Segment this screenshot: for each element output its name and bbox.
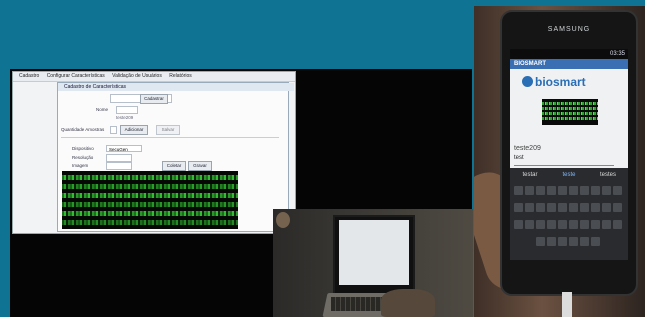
keyboard-key[interactable] [569,237,578,246]
menu-item-configurar[interactable]: Configurar Características [47,73,105,79]
keyboard-key[interactable] [591,237,600,246]
keyboard-key[interactable] [558,186,567,195]
keyboard-key[interactable] [580,220,589,229]
keyboard-key[interactable] [580,237,589,246]
keyboard-key[interactable] [580,186,589,195]
fingerprint-preview [62,171,238,229]
menu-bar: Cadastro Configurar Características Vali… [13,72,295,82]
resolution-field[interactable] [106,154,132,162]
phone-brand: SAMSUNG [547,26,591,33]
keyboard-key[interactable] [525,203,534,212]
keyboard-key[interactable] [613,220,622,229]
usb-cable [562,292,572,317]
clock: 03:35 [609,51,625,57]
quantity-label: Quantidade Amostras [61,127,105,132]
laptop-display [339,220,409,285]
app-body: biosmart teste209 test [510,69,628,168]
keyboard-key[interactable] [547,203,556,212]
add-button[interactable]: Adicionar [120,125,148,135]
fingerprint-ridge [62,193,238,198]
keyboard-key[interactable] [613,186,622,195]
suggestion-1[interactable]: testar [512,170,548,180]
name-input[interactable]: test [514,155,614,166]
keyboard-key[interactable] [514,186,523,195]
name-label: Nome [96,107,109,112]
keyboard-key[interactable] [613,203,622,212]
person-thumbnail [276,212,290,228]
keyboard-key[interactable] [591,186,600,195]
keyboard-key[interactable] [536,237,545,246]
keyboard-key[interactable] [525,220,534,229]
keyboard-key[interactable] [536,220,545,229]
keyboard-key[interactable] [558,237,567,246]
sensor-label: Dispositivo [72,146,94,151]
keyboard-key[interactable] [558,220,567,229]
keyboard-key[interactable] [514,220,523,229]
name-checkbox[interactable] [116,106,138,114]
keyboard-key[interactable] [602,186,611,195]
smartphone: SAMSUNG 03:35 BIOSMART biosmart teste209… [500,10,638,296]
user-name-text: teste209 [514,145,541,152]
fingerprint-ridge [62,184,238,189]
suggestion-3[interactable]: testes [590,170,626,180]
on-screen-keyboard[interactable]: testar teste testes [510,168,628,260]
status-bar: 03:35 [510,49,628,59]
menu-item-cadastro[interactable]: Cadastro [19,73,39,79]
keyboard-key[interactable] [569,186,578,195]
fingerprint-ridge [542,102,598,105]
record-button[interactable]: Gravar [188,161,212,171]
keyboard-key[interactable] [547,220,556,229]
fingerprint-ridge [62,211,238,216]
fingerprint-ridge [542,112,598,115]
menu-item-relatorios[interactable]: Relatórios [169,73,192,79]
fingerprint-ridge [62,202,238,207]
keyboard-key[interactable] [536,203,545,212]
divider [61,137,279,138]
keyboard-key[interactable] [569,203,578,212]
register-button[interactable]: Cadastrar [140,94,168,104]
keyboard-key[interactable] [536,186,545,195]
menu-item-validacao[interactable]: Validação de Usuários [112,73,162,79]
laptop-video [273,209,473,317]
fingerprint-image [542,99,598,125]
app-logo: biosmart [522,75,612,93]
logo-icon [522,76,533,87]
app-title: BIOSMART [510,59,628,69]
keyboard-key[interactable] [547,237,556,246]
keyboard-key[interactable] [558,203,567,212]
image-label: Imagem [72,163,89,168]
keyboard-key[interactable] [602,203,611,212]
phone-photo: SAMSUNG 03:35 BIOSMART biosmart teste209… [474,6,645,317]
resolution-label: Resolução [72,155,94,160]
fingerprint-ridge [62,220,238,225]
keyboard-key[interactable] [569,220,578,229]
keyboard-key[interactable] [514,203,523,212]
desktop-application-window: Cadastro Configurar Características Vali… [12,71,296,234]
logo-text: biosmart [535,75,586,89]
fingerprint-ridge [542,107,598,110]
collect-button[interactable]: Coletar [162,161,186,171]
keyboard-key[interactable] [525,186,534,195]
dialog-title: Cadastro de Características [58,83,294,91]
name-value: teste209 [116,115,134,120]
keyboard-key[interactable] [602,220,611,229]
fingerprint-ridge [62,175,238,180]
sensor-select[interactable]: SecuGen [106,145,142,152]
quantity-spinner[interactable] [110,126,117,134]
keyboard-key[interactable] [591,220,600,229]
fingerprint-ridge [542,117,598,120]
image-field[interactable] [106,162,132,170]
suggestion-2[interactable]: teste [551,170,587,180]
laptop-screen [333,215,415,297]
keyboard-key[interactable] [580,203,589,212]
typing-hand [381,289,435,317]
registration-dialog: Cadastro de Características Cadastrar No… [57,82,294,232]
keyboard-key[interactable] [591,203,600,212]
keyboard-key[interactable] [547,186,556,195]
save-button[interactable]: Salvar [156,125,180,135]
